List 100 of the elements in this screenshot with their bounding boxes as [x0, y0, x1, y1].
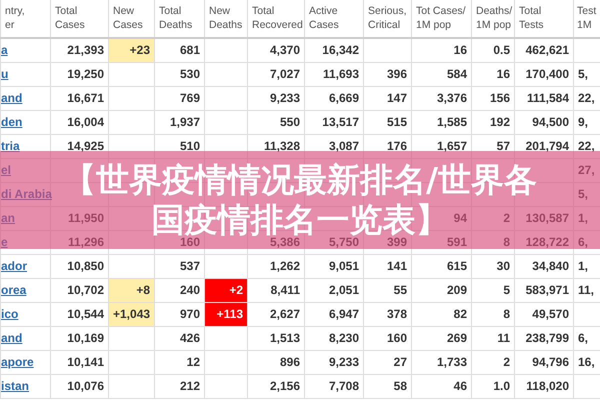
table-cell: 4,370	[248, 38, 304, 62]
table-cell: 8	[472, 302, 514, 326]
table-cell: 1,	[574, 254, 600, 278]
table-cell: 94,500	[514, 110, 574, 134]
table-cell: 537	[154, 254, 204, 278]
country-link[interactable]: a	[1, 43, 8, 58]
table-cell: 13,517	[304, 110, 364, 134]
column-header[interactable]: Total Deaths	[159, 4, 192, 32]
table-cell: 55	[364, 278, 412, 302]
column-header[interactable]: Active Cases	[309, 4, 339, 32]
table-cell: 615	[412, 254, 472, 278]
column-header[interactable]: Test 1M	[577, 4, 596, 32]
table-cell: 238,799	[514, 326, 574, 350]
table-cell: 9,051	[304, 254, 364, 278]
table-cell: 1,585	[412, 110, 472, 134]
table-cell: 22,	[574, 86, 600, 110]
table-cell: 8,411	[248, 278, 304, 302]
country-link[interactable]: istan	[1, 379, 30, 393]
table-cell: 16,342	[304, 38, 364, 62]
table-cell: 10,141	[50, 350, 108, 374]
table-cell: 769	[154, 86, 204, 110]
table-cell: 3,376	[412, 86, 472, 110]
table-cell: 128,722	[514, 230, 574, 254]
table-cell: 46	[412, 374, 472, 398]
column-header[interactable]: New Cases	[113, 4, 143, 32]
table-cell: 209	[412, 278, 472, 302]
table-cell: 5,	[574, 62, 600, 86]
table-cell: 10,850	[50, 254, 108, 278]
table-cell: 7,708	[304, 374, 364, 398]
table-cell: 49,570	[514, 302, 574, 326]
table-cell: 27,	[574, 158, 600, 182]
table-cell: 2	[472, 206, 514, 230]
country-link[interactable]: and	[1, 331, 22, 345]
table-cell: 0.5	[472, 38, 514, 62]
table-cell: 58	[364, 374, 412, 398]
table-cell: 10,076	[50, 374, 108, 398]
table-cell: 11,	[574, 278, 600, 302]
country-link[interactable]: and	[1, 91, 22, 105]
table-cell: 2,156	[248, 374, 304, 398]
table-cell: 11,950	[50, 206, 108, 230]
column-header[interactable]: Deaths/ 1M pop	[476, 4, 512, 32]
table-cell: 10,169	[50, 326, 108, 350]
table-cell: 16,671	[50, 86, 108, 110]
country-link[interactable]: tria	[1, 139, 20, 153]
table-cell: 94,796	[514, 350, 574, 374]
table-cell: 1.0	[472, 374, 514, 398]
table-cell: 530	[154, 62, 204, 86]
table-cell: 118,020	[514, 374, 574, 398]
new-cases-cell: +1,043	[108, 302, 154, 326]
table-cell: 3,087	[304, 134, 364, 158]
table-cell: 1,657	[412, 134, 472, 158]
column-header[interactable]: Total Recovered	[252, 4, 303, 32]
table-cell: 8,230	[304, 326, 364, 350]
table-cell: 57	[472, 134, 514, 158]
table-cell: 7,027	[248, 62, 304, 86]
table-cell: 2,627	[248, 302, 304, 326]
table-cell: 269	[412, 326, 472, 350]
table-cell: 2	[472, 350, 514, 374]
table-cell: 147	[364, 86, 412, 110]
table-cell: 6,	[574, 326, 600, 350]
table-cell: 396	[364, 62, 412, 86]
table-cell: 1,513	[248, 326, 304, 350]
table-cell: 1,262	[248, 254, 304, 278]
table-cell: 426	[154, 326, 204, 350]
table-cell: 462,621	[514, 38, 574, 62]
country-link[interactable]: apore	[1, 355, 34, 369]
country-link[interactable]: ador	[1, 259, 28, 273]
new-deaths-cell: +113	[204, 302, 248, 326]
table-cell: 27	[364, 350, 412, 374]
table-cell: 160	[364, 326, 412, 350]
table-cell: 11,693	[304, 62, 364, 86]
table-cell: 11,296	[50, 230, 108, 254]
country-link[interactable]: ico	[1, 307, 18, 321]
table-cell: 583,971	[514, 278, 574, 302]
table-cell: 16	[412, 38, 472, 62]
table-cell: 156	[472, 86, 514, 110]
table-cell: 515	[364, 110, 412, 134]
table-cell: 201,794	[514, 134, 574, 158]
table-cell: 510	[154, 134, 204, 158]
column-header[interactable]: Serious, Critical	[368, 4, 407, 32]
table-cell: 11,328	[248, 134, 304, 158]
table-cell: 192	[472, 110, 514, 134]
table-cell: 30	[472, 254, 514, 278]
table-cell: 212	[154, 374, 204, 398]
new-deaths-cell: +2	[204, 278, 248, 302]
table-cell: 176	[364, 134, 412, 158]
column-header[interactable]: New Deaths	[209, 4, 242, 32]
country-link[interactable]: orea	[1, 283, 26, 297]
table-cell: 12	[154, 350, 204, 374]
column-header[interactable]: ntry, er	[5, 4, 25, 32]
table-cell: 1,	[574, 206, 600, 230]
table-cell: 550	[248, 110, 304, 134]
country-link[interactable]: u	[1, 67, 8, 81]
column-header[interactable]: Total Tests	[519, 4, 544, 32]
table-cell: 11	[472, 326, 514, 350]
column-header[interactable]: Total Cases	[55, 4, 85, 32]
column-header[interactable]: Tot Cases/ 1M pop	[416, 4, 466, 32]
table-cell: 170,400	[514, 62, 574, 86]
table-cell: 6,669	[304, 86, 364, 110]
country-link[interactable]: den	[1, 115, 22, 129]
